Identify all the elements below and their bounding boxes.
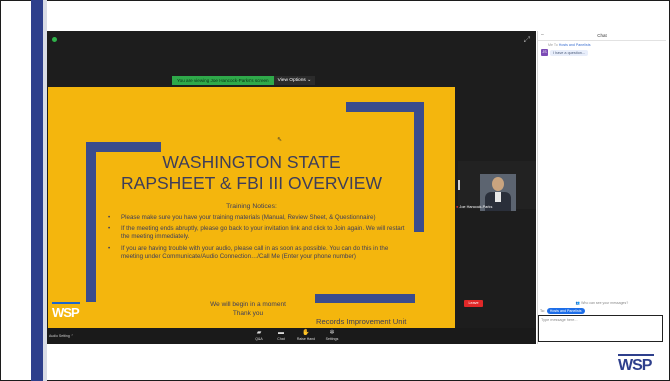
mic-muted-icon: ●	[456, 204, 459, 209]
raise-hand-button[interactable]: ✋ Raise Hand	[293, 329, 319, 342]
chat-icon: ▬	[278, 330, 284, 336]
slide-logo-stripe	[52, 302, 80, 304]
who-can-see-text: Who can see your messages?	[581, 301, 629, 305]
slide-decor-bar	[86, 142, 161, 152]
notices-list: Please make sure you have your training …	[106, 214, 406, 264]
audio-setting-button[interactable]: Audio Setting ⌃	[49, 334, 74, 338]
chat-recipient-row: To: Hosts and Panelists	[540, 308, 585, 314]
notice-item: If you are having trouble with your audi…	[106, 245, 406, 261]
participant-name-label: ● Joe Hancock-Parks	[456, 204, 492, 209]
chat-button[interactable]: ▬ Chat	[268, 329, 294, 342]
chat-message-input[interactable]: Type message here...	[538, 315, 663, 342]
corner-logo-stripe	[618, 354, 654, 356]
chat-message-meta: Me To Hosts and Panelists	[548, 43, 591, 47]
wsp-slide-logo: WSP	[52, 305, 80, 320]
settings-label: Settings	[325, 337, 339, 341]
recipient-select[interactable]: Hosts and Panelists	[546, 308, 585, 314]
meeting-toolbar: Audio Setting ⌃ ▰ Q&A ▬ Chat ✋ Raise Han…	[47, 328, 536, 344]
slide-title-line2: RAPSHEET & FBI III OVERVIEW	[121, 173, 382, 193]
expand-icon[interactable]: ⤢	[524, 35, 530, 45]
gear-icon: ✲	[329, 330, 335, 336]
notice-item: If the meeting ends abruptly, please go …	[106, 225, 406, 241]
begin-line1: We will begin in a moment	[210, 301, 286, 308]
wsp-corner-logo: WSP	[618, 357, 652, 374]
avatar: JS	[541, 49, 548, 56]
chat-recipient: Hosts and Panelists	[558, 43, 591, 47]
slide-decor-bar	[346, 102, 424, 112]
people-icon: 👥	[575, 301, 581, 305]
chat-panel: – Chat Me To Hosts and Panelists JS I ha…	[537, 31, 666, 344]
leave-button[interactable]: Leave	[464, 300, 483, 307]
chat-label: Chat	[277, 337, 285, 341]
chat-title: Chat	[597, 33, 607, 38]
security-status-icon	[52, 37, 57, 42]
left-accent-bar	[31, 0, 43, 381]
tile-divider	[458, 180, 460, 190]
view-options-button[interactable]: View Options ⌄	[273, 76, 316, 85]
settings-button[interactable]: ✲ Settings	[319, 329, 345, 342]
chat-sender: Me To	[548, 43, 558, 47]
raise-hand-label: Raise Hand	[296, 337, 316, 341]
slide-title-line1: WASHINGTON STATE	[162, 152, 341, 172]
notices-heading: Training Notices:	[226, 203, 277, 210]
unit-name: Records Improvement Unit	[316, 317, 407, 326]
who-can-see-link[interactable]: 👥 Who can see your messages?	[538, 301, 666, 305]
begin-message: We will begin in a moment Thank you	[148, 300, 348, 318]
to-label: To:	[540, 309, 545, 313]
shared-slide: ⇖ WASHINGTON STATE RAPSHEET & FBI III OV…	[48, 87, 455, 334]
chat-header: – Chat	[538, 31, 666, 41]
viewing-message: You are viewing Joe Hancock-Parks's scre…	[172, 76, 274, 85]
notice-item: Please make sure you have your training …	[106, 214, 406, 222]
chat-message: I have a question...	[550, 50, 589, 56]
participant-name: Joe Hancock-Parks	[459, 204, 493, 209]
meeting-window: ⤢ You are viewing Joe Hancock-Parks's sc…	[47, 31, 536, 344]
raise-hand-icon: ✋	[302, 330, 310, 336]
viewing-banner: You are viewing Joe Hancock-Parks's scre…	[172, 76, 316, 85]
mouse-cursor-icon: ⇖	[277, 137, 283, 143]
